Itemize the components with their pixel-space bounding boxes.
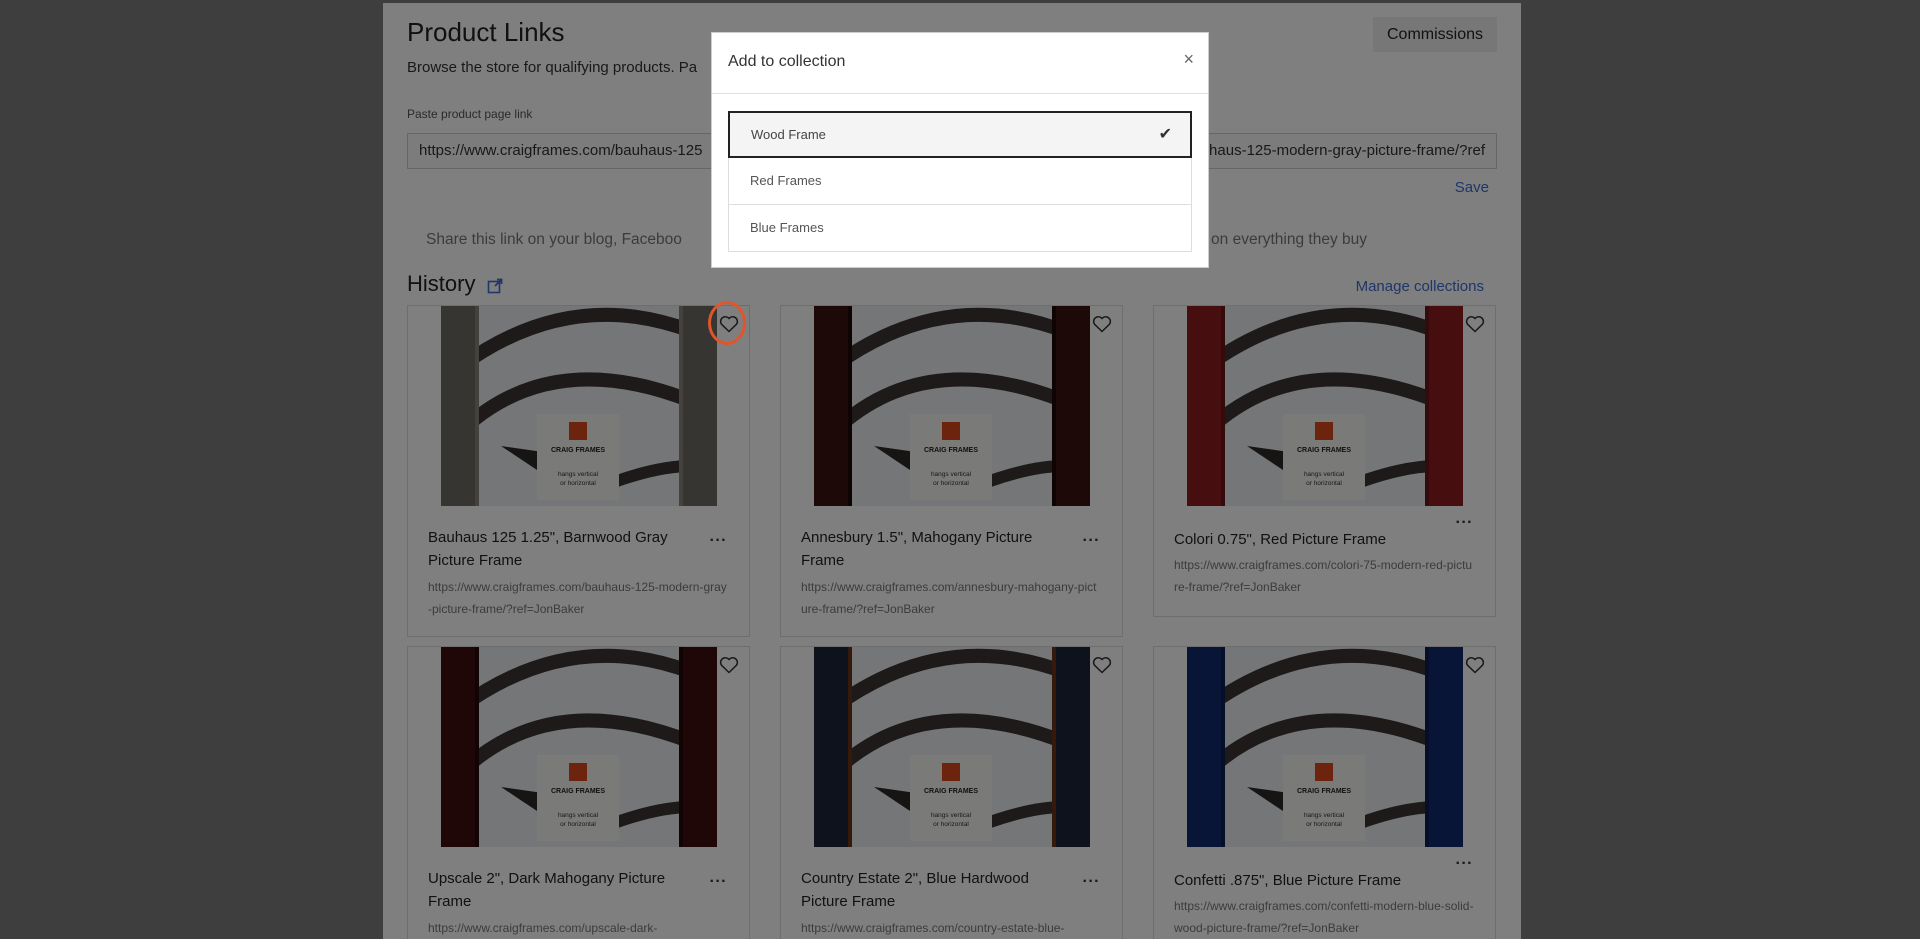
modal-title: Add to collection — [728, 53, 846, 70]
collection-item-red-frames[interactable]: Red Frames — [728, 158, 1192, 205]
collection-name: Red Frames — [750, 173, 822, 188]
add-to-collection-modal: Add to collection × Wood Frame ✔ Red Fra… — [711, 32, 1209, 268]
collection-name: Blue Frames — [750, 220, 824, 235]
collection-name: Wood Frame — [751, 127, 826, 142]
highlight-ring — [708, 301, 746, 345]
check-icon: ✔ — [1158, 126, 1172, 143]
collection-item-wood-frame[interactable]: Wood Frame ✔ — [728, 111, 1192, 158]
collection-list: Wood Frame ✔ Red Frames Blue Frames — [728, 111, 1192, 252]
modal-divider — [712, 93, 1208, 94]
collection-item-blue-frames[interactable]: Blue Frames — [728, 205, 1192, 252]
close-icon[interactable]: × — [1183, 49, 1194, 70]
